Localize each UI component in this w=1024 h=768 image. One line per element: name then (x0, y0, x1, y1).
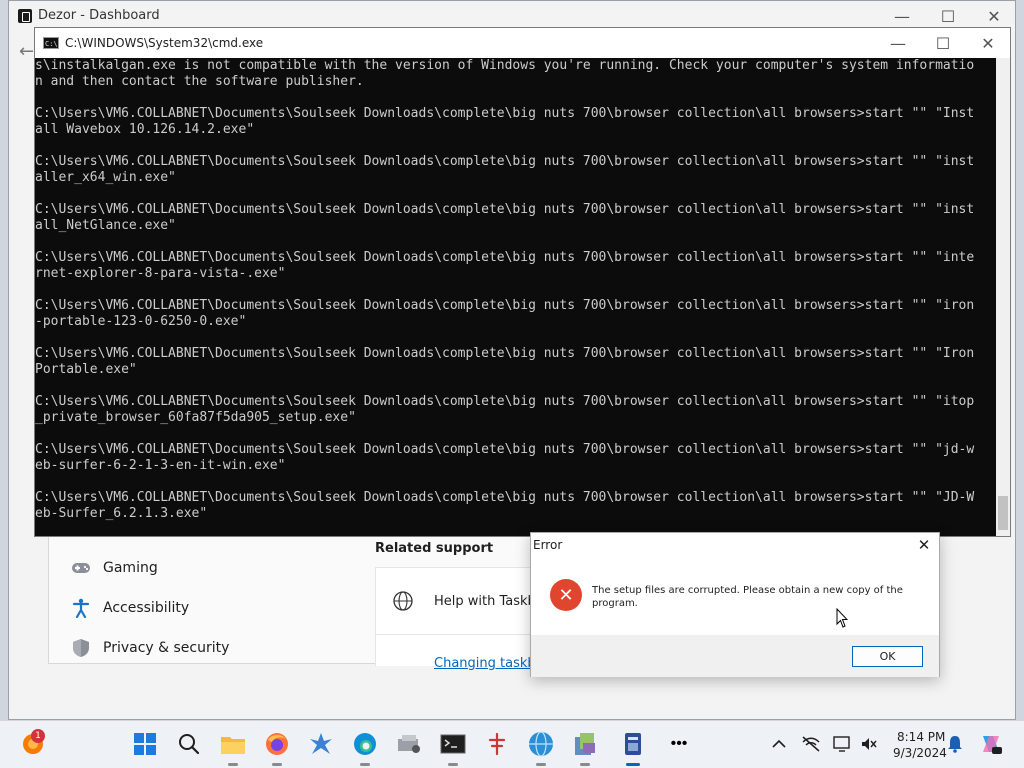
display-icon[interactable] (830, 729, 856, 759)
app-icon[interactable] (306, 729, 336, 759)
notification-badge: 1 (31, 729, 45, 743)
error-message: The setup files are corrupted. Please ob… (592, 585, 903, 609)
bell-icon[interactable] (942, 729, 968, 759)
sidebar-item-label: Gaming (103, 560, 158, 576)
volume-muted-icon[interactable] (857, 729, 881, 759)
more-icon[interactable]: ••• (664, 729, 694, 759)
cmd-window-title: C:\WINDOWS\System32\cmd.exe (65, 36, 264, 50)
cmd-window[interactable]: C:\ C:\WINDOWS\System32\cmd.exe — ☐ ✕ s\… (34, 27, 1011, 537)
running-indicator (448, 763, 458, 766)
sidebar-item-label: Privacy & security (103, 640, 230, 656)
active-indicator (626, 763, 640, 766)
app-icon[interactable] (618, 729, 648, 766)
cmd-maximize-button[interactable]: ☐ (920, 28, 966, 58)
dialog-title: Error (533, 538, 563, 552)
running-indicator (580, 763, 590, 766)
dialog-footer: OK (531, 635, 939, 677)
running-indicator (360, 763, 370, 766)
sidebar-item-label: Accessibility (103, 600, 190, 616)
shield-icon (71, 638, 91, 658)
edge-icon[interactable] (350, 729, 380, 766)
app-icon[interactable] (570, 729, 600, 766)
console-text: s\instalkalgan.exe is not compatible wit… (35, 58, 975, 521)
firefox-icon[interactable] (262, 729, 292, 766)
mouse-cursor-icon (836, 608, 848, 628)
start-icon[interactable] (130, 729, 160, 759)
file-explorer-icon[interactable] (218, 729, 248, 766)
app-icon[interactable] (482, 729, 512, 759)
taskbar: 1 ••• 8:14 PM 9/3/2024 (0, 720, 1024, 768)
accessibility-icon (71, 598, 91, 618)
back-arrow-icon[interactable]: ← (19, 41, 34, 62)
sidebar-item-privacy[interactable]: Privacy & security (71, 636, 229, 660)
help-with-taskbar-item[interactable]: Help with Taskb (434, 594, 536, 609)
network-off-icon[interactable] (798, 729, 824, 759)
dialog-close-button[interactable]: ✕ (907, 533, 941, 557)
running-indicator (228, 763, 238, 766)
divider (376, 634, 540, 635)
chevron-up-icon[interactable] (766, 729, 792, 759)
search-icon[interactable] (174, 729, 204, 759)
ok-button[interactable]: OK (852, 646, 923, 667)
browser-icon[interactable] (526, 729, 556, 766)
cmd-titlebar[interactable]: C:\ C:\WINDOWS\System32\cmd.exe — ☐ ✕ (35, 28, 1010, 58)
sidebar-item-accessibility[interactable]: Accessibility (71, 596, 189, 620)
globe-icon (392, 590, 414, 612)
outer-window-title: Dezor - Dashboard (38, 8, 160, 23)
running-indicator (272, 763, 282, 766)
console-output[interactable]: s\instalkalgan.exe is not compatible wit… (35, 58, 995, 536)
sidebar-item-gaming[interactable]: Gaming (71, 556, 158, 580)
gamepad-icon (71, 558, 91, 578)
cmd-close-button[interactable]: ✕ (965, 28, 1010, 58)
related-support-card: Help with Taskb Changing taskb (375, 567, 540, 671)
app-icon[interactable] (394, 729, 424, 759)
error-dialog: Error ✕ ✕ The setup files are corrupted.… (530, 532, 940, 677)
cmd-scrollbar[interactable] (996, 58, 1010, 536)
error-icon: ✕ (550, 579, 582, 611)
settings-panel: Gaming Accessibility Privacy & security … (48, 530, 540, 671)
running-indicator (536, 763, 546, 766)
changing-taskbar-link[interactable]: Changing taskb (434, 656, 536, 671)
related-support-heading: Related support (375, 541, 494, 556)
app-logo-icon (18, 9, 32, 23)
terminal-icon[interactable] (438, 729, 468, 766)
console-icon: C:\ (43, 37, 59, 49)
copilot-icon[interactable] (976, 729, 1006, 759)
clock-date[interactable]: 9/3/2024 (893, 746, 947, 760)
cmd-minimize-button[interactable]: — (875, 28, 921, 58)
clock-time[interactable]: 8:14 PM (897, 730, 945, 744)
scrollbar-thumb[interactable] (998, 496, 1008, 530)
